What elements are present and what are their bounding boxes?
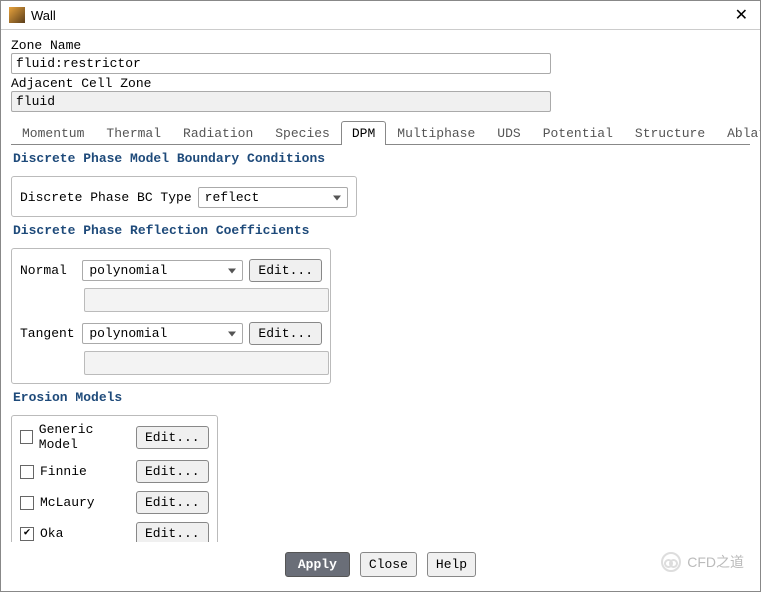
watermark-text: CFD之道 — [687, 552, 744, 572]
bc-type-value: reflect — [205, 190, 260, 205]
tab-multiphase[interactable]: Multiphase — [386, 121, 486, 145]
adjacent-zone-input — [11, 91, 551, 112]
reflection-title: Discrete Phase Reflection Coefficients — [13, 223, 750, 238]
help-button[interactable]: Help — [427, 552, 476, 577]
oka-checkbox[interactable] — [20, 527, 34, 541]
zone-name-label: Zone Name — [11, 38, 750, 53]
content-area: Zone Name Adjacent Cell Zone Momentum Th… — [1, 30, 760, 542]
mclaury-label: McLaury — [40, 495, 95, 510]
apply-button[interactable]: Apply — [285, 552, 350, 577]
wall-dialog: Wall ✕ Zone Name Adjacent Cell Zone Mome… — [0, 0, 761, 592]
tab-structure[interactable]: Structure — [624, 121, 716, 145]
titlebar: Wall ✕ — [1, 1, 760, 30]
erosion-item-oka: Oka — [20, 526, 130, 541]
tab-radiation[interactable]: Radiation — [172, 121, 264, 145]
erosion-group: Generic Model Edit... Finnie Edit... McL… — [11, 415, 218, 542]
normal-extra-field — [84, 288, 329, 312]
window-title: Wall — [31, 8, 731, 23]
oka-label: Oka — [40, 526, 63, 541]
tangent-extra-field — [84, 351, 329, 375]
tangent-edit-button[interactable]: Edit... — [249, 322, 322, 345]
normal-value: polynomial — [89, 263, 167, 278]
close-button[interactable]: Close — [360, 552, 417, 577]
finnie-label: Finnie — [40, 464, 87, 479]
mclaury-checkbox[interactable] — [20, 496, 34, 510]
normal-select[interactable]: polynomial — [82, 260, 243, 281]
finnie-checkbox[interactable] — [20, 465, 34, 479]
tab-momentum[interactable]: Momentum — [11, 121, 95, 145]
tab-species[interactable]: Species — [264, 121, 341, 145]
watermark: CFD之道 — [661, 552, 744, 572]
tab-bar: Momentum Thermal Radiation Species DPM M… — [11, 120, 750, 145]
generic-model-checkbox[interactable] — [20, 430, 33, 444]
chevron-down-icon — [228, 331, 236, 336]
tangent-value: polynomial — [89, 326, 167, 341]
generic-edit-button[interactable]: Edit... — [136, 426, 209, 449]
app-icon — [9, 7, 25, 23]
mclaury-edit-button[interactable]: Edit... — [136, 491, 209, 514]
tab-thermal[interactable]: Thermal — [95, 121, 172, 145]
normal-label: Normal — [20, 263, 76, 278]
zone-name-input[interactable] — [11, 53, 551, 74]
finnie-edit-button[interactable]: Edit... — [136, 460, 209, 483]
chevron-down-icon — [333, 195, 341, 200]
tangent-select[interactable]: polynomial — [82, 323, 243, 344]
dpm-bc-title: Discrete Phase Model Boundary Conditions — [13, 151, 750, 166]
erosion-item-mclaury: McLaury — [20, 495, 130, 510]
chevron-down-icon — [228, 268, 236, 273]
close-icon[interactable]: ✕ — [731, 5, 752, 25]
erosion-item-finnie: Finnie — [20, 464, 130, 479]
reflection-group: Normal polynomial Edit... Tangent polyno… — [11, 248, 331, 384]
tangent-label: Tangent — [20, 326, 76, 341]
erosion-title: Erosion Models — [13, 390, 750, 405]
tab-potential[interactable]: Potential — [532, 121, 624, 145]
erosion-item-generic: Generic Model — [20, 422, 130, 452]
watermark-icon — [661, 552, 681, 572]
adjacent-zone-label: Adjacent Cell Zone — [11, 76, 750, 91]
tab-ablation[interactable]: Ablation — [716, 121, 760, 145]
bc-type-label: Discrete Phase BC Type — [20, 190, 192, 205]
generic-model-label: Generic Model — [39, 422, 130, 452]
normal-edit-button[interactable]: Edit... — [249, 259, 322, 282]
oka-edit-button[interactable]: Edit... — [136, 522, 209, 542]
dpm-bc-group: Discrete Phase BC Type reflect — [11, 176, 357, 217]
tab-dpm[interactable]: DPM — [341, 121, 386, 145]
tab-uds[interactable]: UDS — [486, 121, 531, 145]
footer: Apply Close Help CFD之道 — [1, 542, 760, 591]
bc-type-select[interactable]: reflect — [198, 187, 348, 208]
